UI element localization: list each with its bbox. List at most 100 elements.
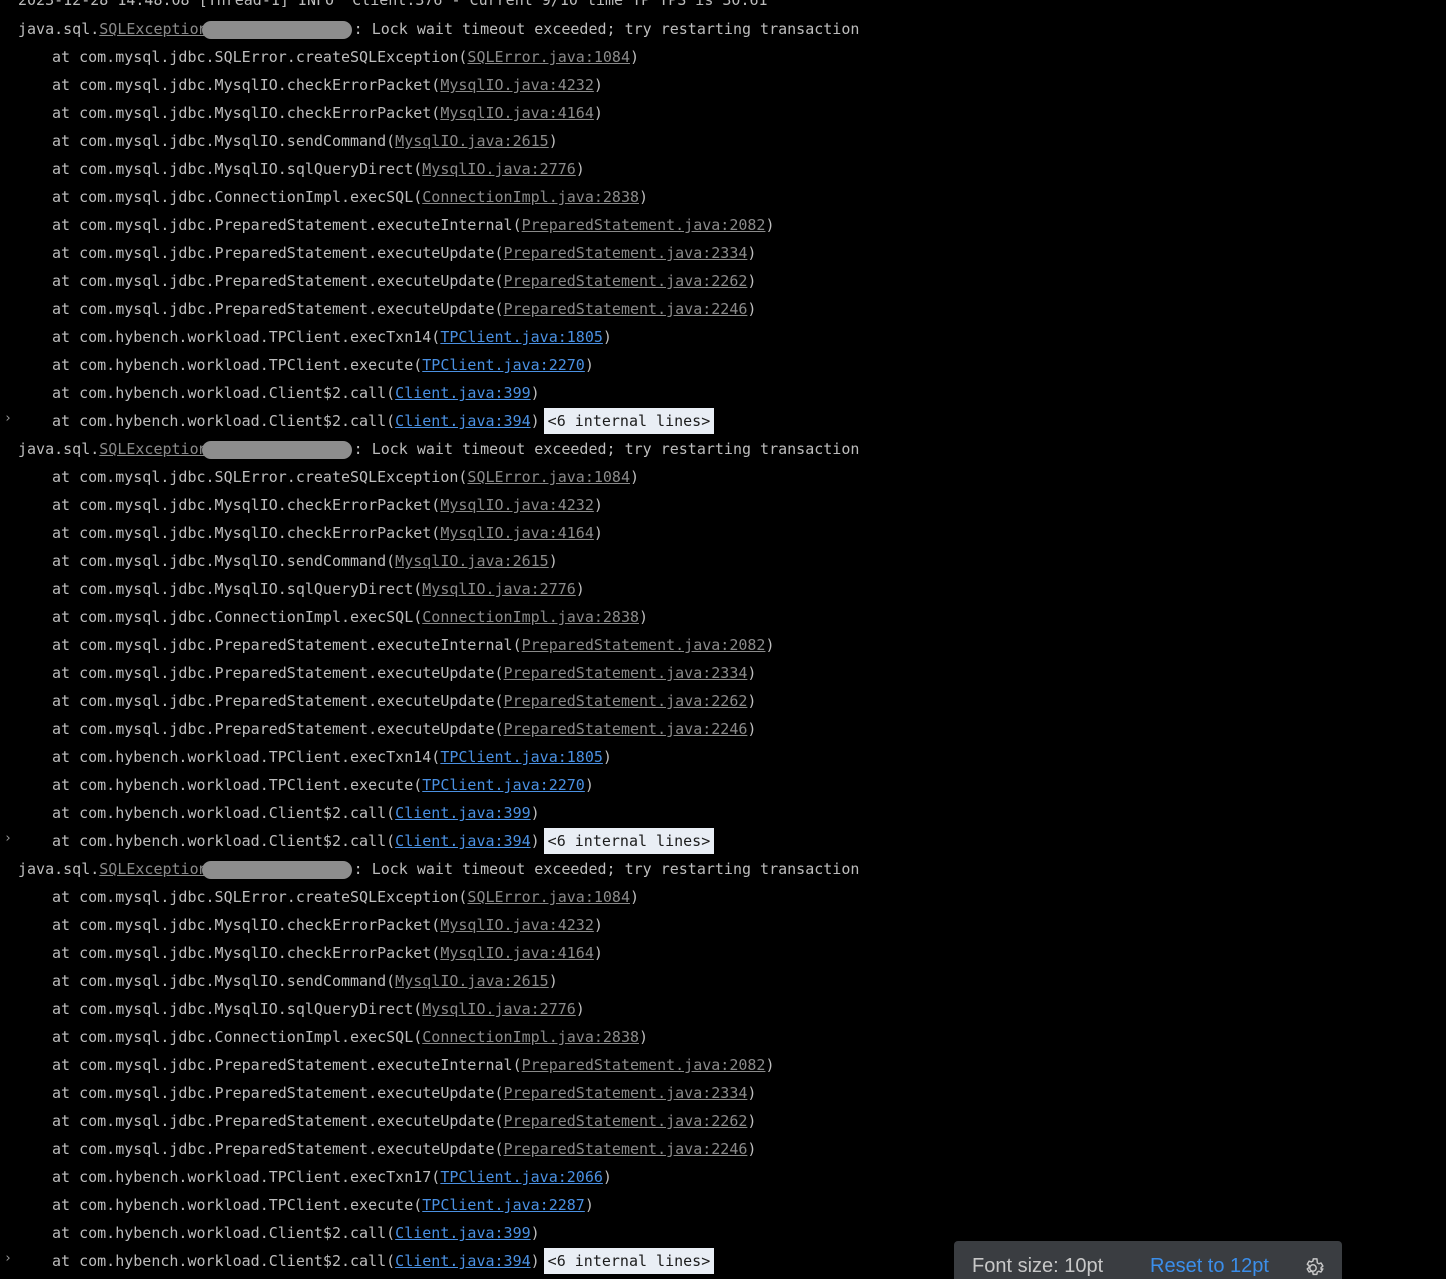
paren: ( [494,244,504,262]
stack-frame: at com.mysql.jdbc.MysqlIO.checkErrorPack… [52,911,603,939]
frame-source-link[interactable]: Client.java:399 [395,804,530,822]
paren: ( [413,160,423,178]
frame-source-link[interactable]: PreparedStatement.java:2246 [504,1140,748,1158]
frame-source-link[interactable]: MysqlIO.java:2615 [395,552,549,570]
frame-source-link[interactable]: MysqlIO.java:2776 [422,580,576,598]
paren: ( [431,944,441,962]
expand-chevron-icon[interactable]: › [4,825,14,853]
frame-source-link[interactable]: PreparedStatement.java:2334 [504,1084,748,1102]
frame-source-link[interactable]: SQLError.java:1084 [467,48,630,66]
frame-source-link[interactable]: PreparedStatement.java:2246 [504,720,748,738]
paren: ) [530,804,540,822]
exception-class-link[interactable]: SQLException [99,440,207,458]
paren: ( [494,1112,504,1130]
frame-source-link[interactable]: SQLError.java:1084 [467,888,630,906]
paren: ) [584,776,594,794]
frame-source-link[interactable]: MysqlIO.java:4164 [440,524,594,542]
stack-frame: at com.mysql.jdbc.PreparedStatement.exec… [52,687,756,715]
frame-source-link[interactable]: MysqlIO.java:4232 [440,496,594,514]
paren: ) [747,692,757,710]
stack-frame: at com.mysql.jdbc.MysqlIO.sendCommand(My… [52,127,558,155]
run-console: 2023-12-28 14:48:08 [Thread-1] INFO Clie… [0,0,1446,1279]
frame-source-link[interactable]: SQLError.java:1084 [467,468,630,486]
frame-source-link[interactable]: MysqlIO.java:2776 [422,1000,576,1018]
frame-source-link[interactable]: PreparedStatement.java:2334 [504,664,748,682]
gear-icon[interactable] [1302,1257,1324,1279]
frame-source-link[interactable]: TPClient.java:1805 [440,328,603,346]
stack-frame: at com.hybench.workload.TPClient.execute… [52,771,594,799]
exception-class-link[interactable]: SQLException [99,860,207,878]
frame-source-link[interactable]: MysqlIO.java:4232 [440,916,594,934]
stack-frame: at com.mysql.jdbc.MysqlIO.sendCommand(My… [52,547,558,575]
expand-chevron-icon[interactable]: › [4,405,14,433]
frame-source-link[interactable]: TPClient.java:1805 [440,748,603,766]
frame-source-link[interactable]: Client.java:394 [395,832,530,850]
paren: ) [639,1028,649,1046]
collapsed-internal-lines[interactable]: <6 internal lines> [543,1248,715,1274]
exception-class-link[interactable]: SQLException [99,20,207,38]
frame-source-link[interactable]: PreparedStatement.java:2082 [522,216,766,234]
paren: ( [386,412,396,430]
frame-method: at com.mysql.jdbc.ConnectionImpl.execSQL [52,188,414,206]
paren: ) [593,76,603,94]
frame-source-link[interactable]: Client.java:399 [395,384,530,402]
frame-source-link[interactable]: Client.java:394 [395,412,530,430]
paren: ( [386,384,396,402]
frame-source-link[interactable]: MysqlIO.java:2615 [395,972,549,990]
exception-message: : Lock wait timeout exceeded; try restar… [353,440,860,458]
collapsed-internal-lines[interactable]: <6 internal lines> [543,828,715,854]
frame-method: at com.mysql.jdbc.MysqlIO.checkErrorPack… [52,916,432,934]
paren: ( [494,664,504,682]
frame-method: at com.mysql.jdbc.MysqlIO.sendCommand [52,972,387,990]
paren: ) [584,356,594,374]
paren: ) [747,1084,757,1102]
reset-font-size-link[interactable]: Reset to 12pt [1150,1255,1269,1278]
font-size-toast: Font size: 10pt Reset to 12pt [954,1241,1342,1279]
frame-source-link[interactable]: Client.java:399 [395,1224,530,1242]
expand-chevron-icon[interactable]: › [4,1245,14,1273]
stack-frame: at com.mysql.jdbc.PreparedStatement.exec… [52,267,756,295]
paren: ) [575,160,585,178]
frame-source-link[interactable]: ConnectionImpl.java:2838 [422,608,639,626]
frame-source-link[interactable]: MysqlIO.java:2615 [395,132,549,150]
frame-source-link[interactable]: PreparedStatement.java:2334 [504,244,748,262]
stack-frame: at com.mysql.jdbc.MysqlIO.checkErrorPack… [52,939,603,967]
frame-source-link[interactable]: TPClient.java:2287 [422,1196,585,1214]
paren: ) [530,1252,540,1270]
stack-frame: at com.hybench.workload.TPClient.execute… [52,1191,594,1219]
frame-source-link[interactable]: PreparedStatement.java:2082 [522,1056,766,1074]
frame-source-link[interactable]: MysqlIO.java:4164 [440,104,594,122]
stack-frame: at com.mysql.jdbc.PreparedStatement.exec… [52,659,756,687]
frame-source-link[interactable]: TPClient.java:2066 [440,1168,603,1186]
frame-method: at com.mysql.jdbc.PreparedStatement.exec… [52,1140,495,1158]
paren: ) [747,300,757,318]
frame-source-link[interactable]: PreparedStatement.java:2246 [504,300,748,318]
frame-source-link[interactable]: PreparedStatement.java:2262 [504,272,748,290]
frame-source-link[interactable]: TPClient.java:2270 [422,356,585,374]
frame-source-link[interactable]: ConnectionImpl.java:2838 [422,1028,639,1046]
frame-source-link[interactable]: MysqlIO.java:4164 [440,944,594,962]
paren: ) [747,664,757,682]
frame-source-link[interactable]: ConnectionImpl.java:2838 [422,188,639,206]
exception-package: java.sql. [18,860,100,878]
frame-method: at com.mysql.jdbc.MysqlIO.checkErrorPack… [52,104,432,122]
paren: ( [431,328,441,346]
frame-method: at com.hybench.workload.TPClient.execute [52,1196,414,1214]
paren: ) [593,916,603,934]
paren: ( [386,1224,396,1242]
frame-method: at com.mysql.jdbc.MysqlIO.sendCommand [52,132,387,150]
frame-method: at com.mysql.jdbc.ConnectionImpl.execSQL [52,1028,414,1046]
frame-source-link[interactable]: TPClient.java:2270 [422,776,585,794]
paren: ) [575,1000,585,1018]
frame-source-link[interactable]: PreparedStatement.java:2262 [504,1112,748,1130]
frame-source-link[interactable]: PreparedStatement.java:2262 [504,692,748,710]
paren: ( [494,720,504,738]
collapsed-internal-lines[interactable]: <6 internal lines> [543,408,715,434]
frame-source-link[interactable]: Client.java:394 [395,1252,530,1270]
frame-source-link[interactable]: PreparedStatement.java:2082 [522,636,766,654]
frame-source-link[interactable]: MysqlIO.java:2776 [422,160,576,178]
frame-method: at com.hybench.workload.TPClient.execTxn… [52,748,432,766]
stack-frame: at com.mysql.jdbc.PreparedStatement.exec… [52,211,774,239]
frame-source-link[interactable]: MysqlIO.java:4232 [440,76,594,94]
frame-method: at com.hybench.workload.Client$2.call [52,1252,387,1270]
